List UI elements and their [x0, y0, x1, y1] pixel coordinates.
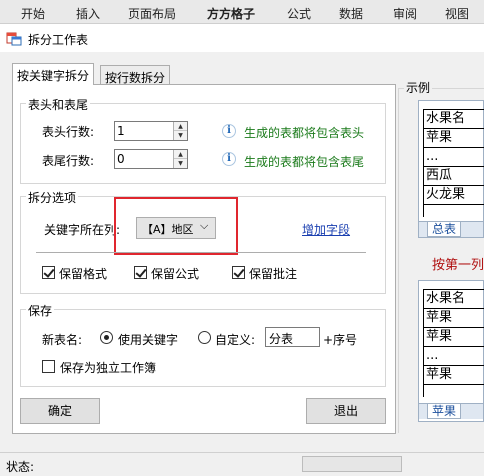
progress-bar — [302, 456, 402, 472]
example-cell: ... — [424, 148, 484, 167]
example-cell: ... — [424, 347, 484, 366]
group-split-options-title: 拆分选项 — [26, 189, 79, 206]
header-rows-stepper[interactable]: 1 ▲ ▼ — [114, 121, 188, 141]
spin-down-icon[interactable]: ▼ — [174, 159, 187, 168]
use-keyword-label[interactable]: 使用关键字 — [118, 331, 178, 348]
spin-up-icon[interactable]: ▲ — [174, 122, 187, 131]
sheet-tabbar: 总表 — [419, 221, 483, 237]
example-title: 示例 — [404, 79, 433, 96]
example-cell: 苹果 — [424, 129, 484, 148]
header-rows-value: 1 — [117, 124, 125, 138]
header-info-text: 生成的表都将包含表头 — [244, 126, 365, 140]
tab-keyword-split[interactable]: 按关键字拆分 — [12, 63, 95, 85]
keep-format-label[interactable]: 保留格式 — [59, 265, 107, 282]
highlight-box — [114, 197, 238, 255]
ribbon-tab-home[interactable]: 开始 — [21, 5, 45, 22]
keep-formula-checkbox[interactable] — [134, 266, 147, 279]
sheet-tab-total: 总表 — [427, 222, 462, 237]
keep-formula-label[interactable]: 保留公式 — [151, 265, 199, 282]
footer-rows-value: 0 — [117, 152, 125, 166]
keep-comment-label[interactable]: 保留批注 — [249, 265, 297, 282]
group-save-title: 保存 — [26, 302, 55, 319]
keep-comment-checkbox[interactable] — [232, 266, 245, 279]
ribbon-tab-review[interactable]: 审阅 — [393, 5, 417, 22]
example-cell: 苹果 — [424, 328, 484, 347]
status-label: 状态: — [6, 460, 35, 474]
footer-info-text: 生成的表都将包含表尾 — [244, 155, 365, 169]
ribbon-tab-insert[interactable]: 插入 — [76, 5, 100, 22]
custom-name-label[interactable]: 自定义: — [215, 331, 255, 348]
ok-button[interactable]: 确定 — [20, 398, 100, 424]
sheet-tabbar: 苹果 — [419, 403, 483, 419]
spin-down-icon[interactable]: ▼ — [174, 131, 187, 140]
split-note: 按第一列 — [432, 258, 484, 273]
keep-format-checkbox[interactable] — [42, 266, 55, 279]
dialog-title: 拆分工作表 — [28, 33, 89, 47]
info-icon: i — [222, 152, 236, 166]
new-name-label: 新表名: — [42, 333, 83, 347]
info-icon: i — [222, 124, 236, 138]
example-cell: 水果名 — [424, 110, 484, 129]
tab-row-split[interactable]: 按行数拆分 — [100, 65, 171, 85]
custom-name-radio[interactable] — [198, 331, 211, 344]
ribbon-tab-fangfang[interactable]: 方方格子 — [207, 5, 255, 22]
example-cell: 苹果 — [424, 309, 484, 328]
example-sheet-total: 水果名 苹果 ... 西瓜 火龙果 总表 — [418, 100, 484, 238]
custom-name-input[interactable]: 分表 — [265, 327, 320, 347]
sheet-tab-apple: 苹果 — [427, 404, 462, 419]
use-keyword-radio[interactable] — [100, 331, 113, 344]
divider — [36, 252, 366, 253]
key-column-label: 关键字所在列: — [44, 223, 121, 237]
example-cell: 西瓜 — [424, 167, 484, 186]
ribbon-tab-view[interactable]: 视图 — [445, 5, 469, 22]
exit-button[interactable]: 退出 — [306, 398, 386, 424]
footer-rows-label: 表尾行数: — [42, 154, 95, 168]
standalone-workbook-checkbox[interactable] — [42, 360, 55, 373]
ribbon-tab-page-layout[interactable]: 页面布局 — [128, 5, 176, 22]
ribbon-tab-data[interactable]: 数据 — [339, 5, 363, 22]
footer-rows-stepper[interactable]: 0 ▲ ▼ — [114, 149, 188, 169]
example-sheet-apple: 水果名 苹果 苹果 ... 苹果 苹果 — [418, 280, 484, 422]
status-bar: 状态: — [0, 452, 484, 476]
add-field-link[interactable]: 增加字段 — [302, 221, 350, 238]
example-cell: 苹果 — [424, 366, 484, 385]
example-cell: 水果名 — [424, 290, 484, 309]
header-rows-label: 表头行数: — [42, 125, 95, 139]
example-cell: 火龙果 — [424, 186, 484, 205]
standalone-workbook-label[interactable]: 保存为独立工作簿 — [60, 359, 156, 376]
group-header-footer — [20, 103, 386, 184]
sequence-suffix-label: +序号 — [323, 333, 358, 347]
ribbon: 开始 插入 页面布局 方方格子 公式 数据 审阅 视图 — [0, 0, 484, 24]
group-header-footer-title: 表头和表尾 — [26, 96, 91, 113]
custom-name-value: 分表 — [269, 332, 294, 346]
ribbon-tab-formula[interactable]: 公式 — [287, 5, 311, 22]
split-sheet-icon — [6, 32, 22, 46]
spin-up-icon[interactable]: ▲ — [174, 150, 187, 159]
